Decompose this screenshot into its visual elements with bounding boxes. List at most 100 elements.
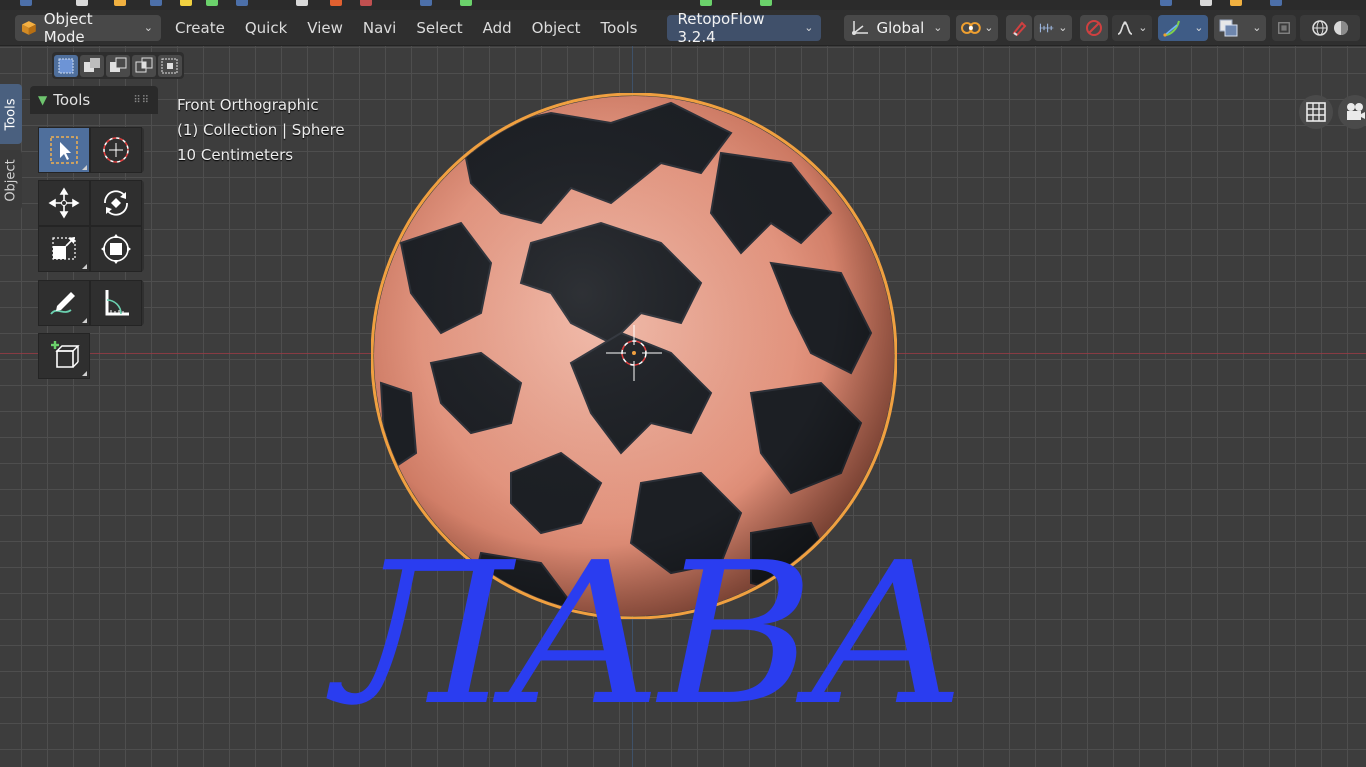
tool-variants-corner [82, 264, 87, 269]
cursor-icon [103, 137, 129, 163]
select-invert-icon [135, 57, 153, 72]
chevron-down-icon: ⌄ [1138, 21, 1148, 34]
xray-toggle[interactable] [1272, 14, 1297, 41]
overlays-icon [1219, 19, 1238, 36]
select-intersect-button[interactable] [158, 54, 182, 77]
magnet-icon [1013, 21, 1027, 36]
toolbar-strip-icon[interactable] [760, 0, 772, 6]
cursor-tool[interactable] [90, 127, 142, 173]
scale-tool[interactable] [38, 226, 90, 272]
falloff-dropdown[interactable]: ⌄ [1112, 14, 1153, 41]
orientation-label: Global [876, 18, 925, 37]
tool-group-annotate [38, 280, 144, 326]
top-toolbar-strip [0, 0, 1366, 10]
viewport-info-overlay: Front Orthographic (1) Collection | Sphe… [177, 93, 345, 168]
toolbar-strip-icon[interactable] [20, 0, 32, 6]
toolbar-strip-icon[interactable] [420, 0, 432, 6]
toolbar-strip-icon[interactable] [236, 0, 248, 6]
toolbar-strip-icon[interactable] [296, 0, 308, 6]
menu-object[interactable]: Object [522, 15, 591, 41]
annotate-pencil-icon [50, 292, 75, 315]
menu-create[interactable]: Create [165, 15, 235, 41]
gizmo-arrows-icon [1163, 20, 1181, 37]
toolbar-strip-icon[interactable] [360, 0, 372, 6]
toolbar-strip-icon[interactable] [180, 0, 192, 6]
tab-tools[interactable]: Tools [0, 84, 22, 144]
tool-group-select [38, 127, 144, 173]
camera-icon [1347, 103, 1365, 120]
measure-tool[interactable] [90, 280, 142, 326]
menu-add[interactable]: Add [473, 15, 522, 41]
wireframe-shading-icon[interactable] [1311, 19, 1329, 37]
drag-grip-icon[interactable]: ⠿⠿ [133, 95, 150, 106]
transform-tool[interactable] [90, 226, 142, 272]
annotate-tool[interactable] [38, 280, 90, 326]
tool-group-transform [38, 180, 144, 272]
tool-variants-corner [82, 165, 87, 170]
chevron-down-icon: ⌄ [933, 21, 943, 34]
view-name: Front Orthographic [177, 96, 319, 114]
toolbar-strip-icon[interactable] [700, 0, 712, 6]
gizmo-dropdown[interactable]: ⌄ [1158, 14, 1209, 41]
toolbar-strip-icon[interactable] [114, 0, 126, 6]
snap-toggle[interactable] [1006, 14, 1033, 41]
toolbar-strip-icon[interactable] [1230, 0, 1242, 6]
tab-tools-label: Tools [3, 97, 19, 131]
toolbar-strip-icon[interactable] [150, 0, 162, 6]
menu-select[interactable]: Select [406, 15, 472, 41]
chevron-down-icon: ⌄ [804, 21, 814, 34]
select-extend-button[interactable] [80, 54, 104, 77]
toolbar-strip-icon[interactable] [76, 0, 88, 6]
grid-icon [1306, 102, 1326, 122]
select-box-tool[interactable] [38, 127, 90, 173]
overlays-dropdown[interactable]: ⌄ [1214, 14, 1267, 41]
camera-view-button[interactable] [1338, 95, 1366, 129]
snap-target-dropdown[interactable]: ⌄ [1034, 14, 1073, 41]
tab-object[interactable]: Object [0, 150, 22, 210]
toolbar-strip-icon[interactable] [1270, 0, 1282, 6]
menu-tools[interactable]: Tools [591, 15, 648, 41]
toolbar-strip-icon[interactable] [460, 0, 472, 6]
toolbar-strip-icon[interactable] [1160, 0, 1172, 6]
chevron-down-icon: ⌄ [143, 21, 153, 34]
menu-view[interactable]: View [297, 15, 353, 41]
snap-increment-icon [1040, 23, 1054, 32]
transform-orientation-dropdown[interactable]: Global ⌄ [844, 14, 951, 41]
toolbar-strip-icon[interactable] [1200, 0, 1212, 6]
proportional-editing-toggle[interactable] [1080, 14, 1109, 41]
select-extend-icon [84, 57, 100, 72]
chevron-down-icon: ⌄ [1252, 21, 1262, 34]
transform-icon [101, 234, 131, 264]
toolbar-strip-icon[interactable] [206, 0, 218, 6]
tool-group-add [38, 333, 90, 379]
select-new-button[interactable] [54, 54, 78, 77]
toolbar-strip-icon[interactable] [330, 0, 342, 6]
scale-icon [52, 237, 76, 260]
select-invert-button[interactable] [132, 54, 156, 77]
shading-modes[interactable] [1300, 14, 1361, 41]
proportional-editing-icon [1086, 19, 1103, 36]
menu-navi[interactable]: Navi [353, 15, 406, 41]
tools-panel-header[interactable]: ▼ Tools ⠿⠿ [30, 86, 158, 114]
tools-panel-title: Tools [53, 91, 91, 109]
falloff-curve-icon [1118, 20, 1133, 35]
object-mode-icon [21, 20, 36, 35]
add-cube-tool[interactable] [38, 333, 90, 379]
add-cube-icon [51, 341, 80, 368]
toggle-grid-view-button[interactable] [1299, 95, 1333, 129]
solid-shading-icon[interactable] [1332, 19, 1350, 37]
select-box-icon [50, 136, 78, 164]
rotate-tool[interactable] [90, 180, 142, 226]
selection-mode-buttons [52, 52, 184, 79]
object-mode-dropdown[interactable]: Object Mode ⌄ [15, 10, 161, 46]
move-tool[interactable] [38, 180, 90, 226]
select-subtract-button[interactable] [106, 54, 130, 77]
pivot-point-dropdown[interactable]: ⌄ [956, 14, 999, 41]
measure-ruler-icon [105, 290, 129, 316]
tool-variants-corner [82, 318, 87, 323]
orientation-axes-icon [852, 20, 869, 35]
move-icon [48, 187, 80, 219]
menu-quick[interactable]: Quick [235, 15, 297, 41]
text-object-lava[interactable]: ЛАВА [335, 520, 1069, 760]
retopoflow-dropdown[interactable]: RetopoFlow 3.2.4 ⌄ [667, 10, 822, 46]
